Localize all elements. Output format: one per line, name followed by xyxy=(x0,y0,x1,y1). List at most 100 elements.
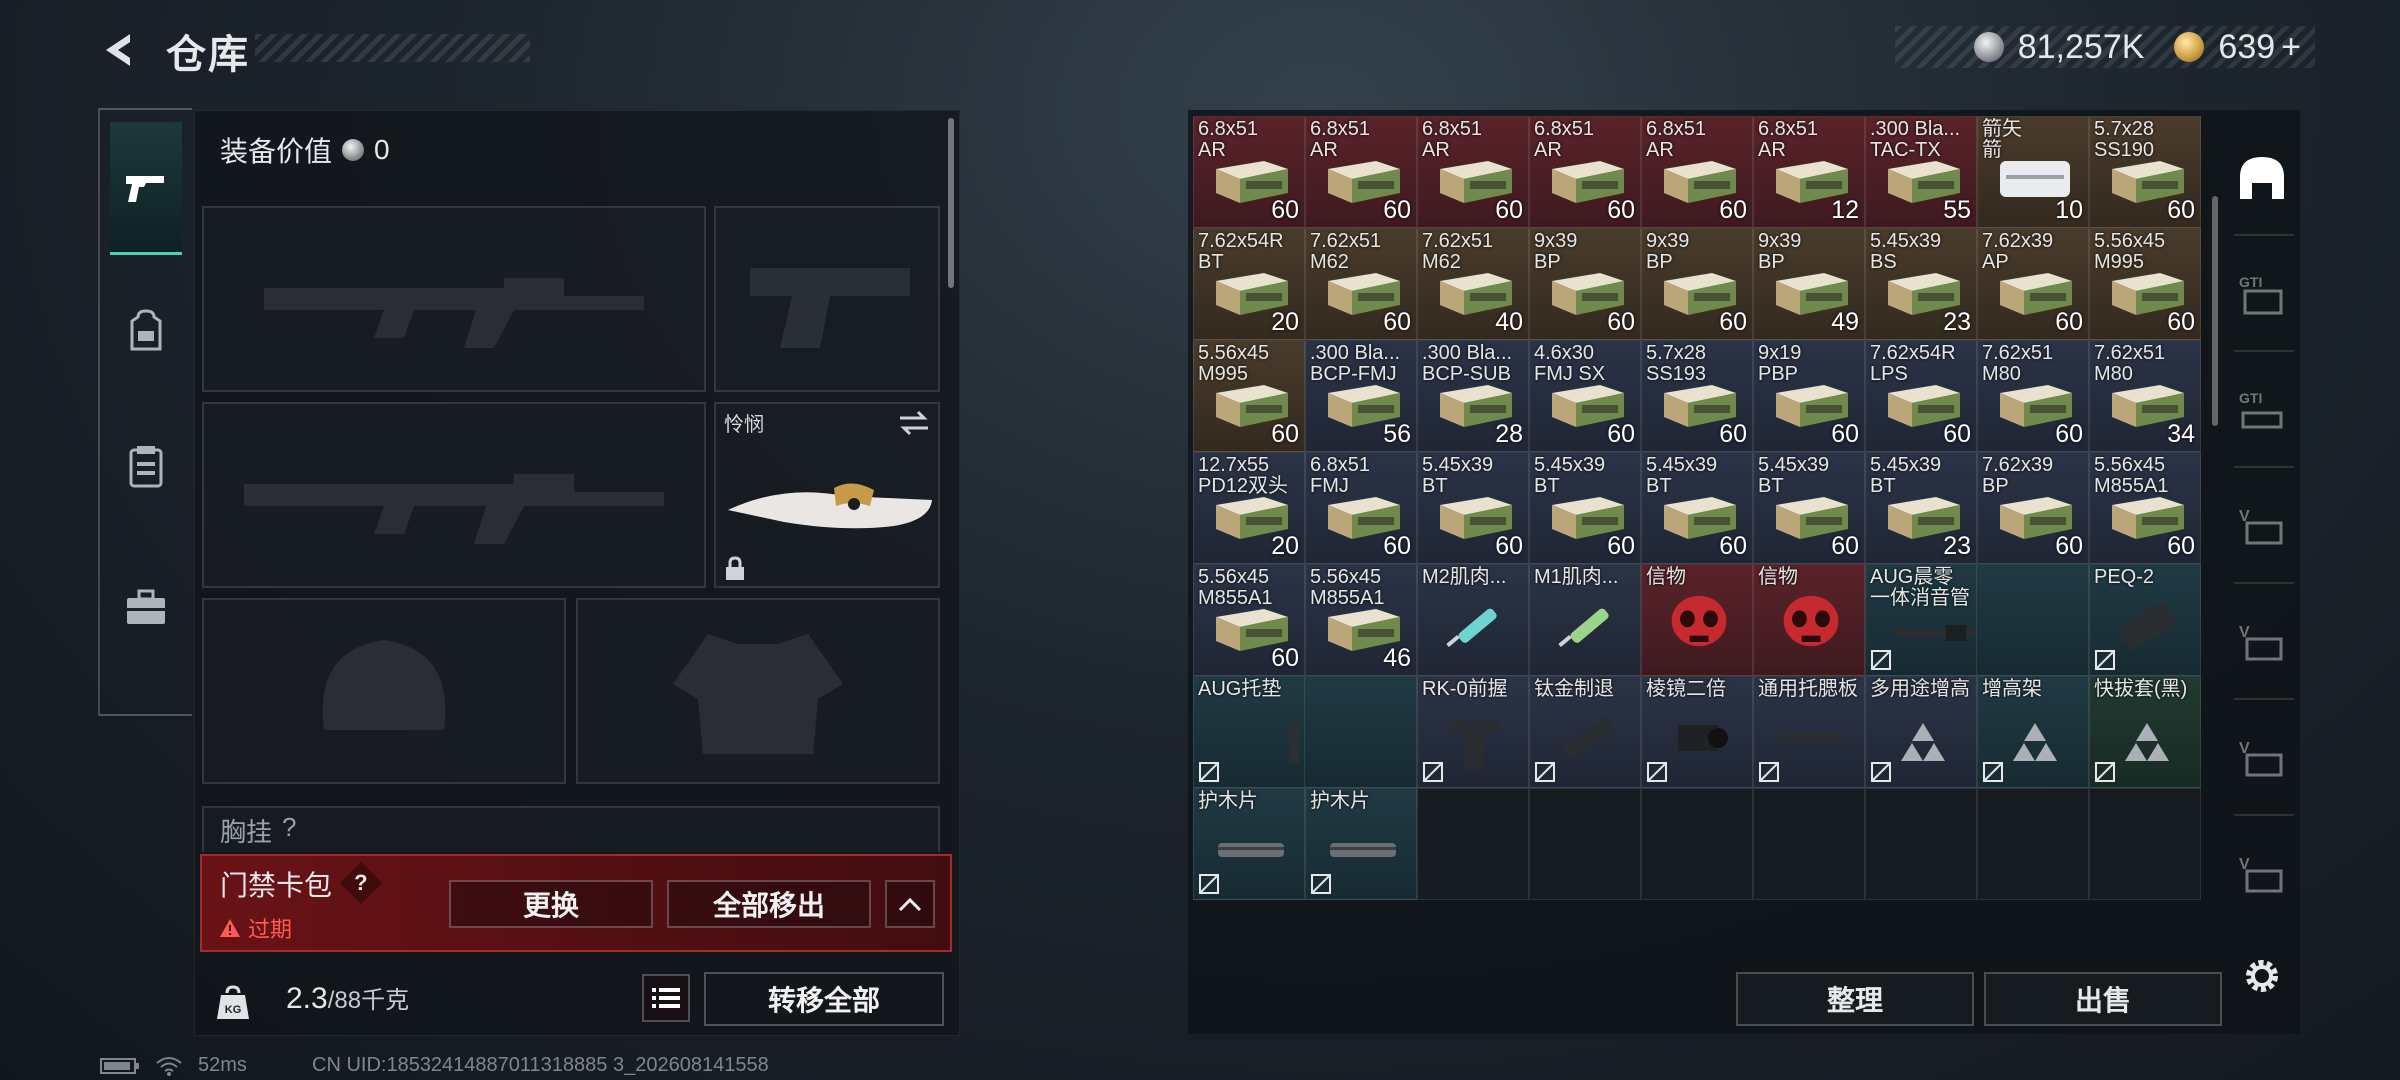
stash-item[interactable]: 6.8x51 AR 60 xyxy=(1417,116,1529,228)
item-name: 6.8x51 AR xyxy=(1198,118,1259,161)
stash-grid: 6.8x51 AR 60 6.8x51 AR 60 6.8x51 AR 60 6.8x51 … xyxy=(1193,116,2205,956)
transfer-all-button[interactable]: 转移全部 xyxy=(704,972,944,1026)
stash-item[interactable]: M2肌肉... xyxy=(1417,564,1529,676)
stash-empty-slot[interactable] xyxy=(1641,788,1753,900)
stash-item[interactable]: 6.8x51 AR 60 xyxy=(1193,116,1305,228)
stash-item[interactable]: 6.8x51 AR 60 xyxy=(1641,116,1753,228)
helmet-slot[interactable] xyxy=(202,598,566,784)
settings-button[interactable] xyxy=(2236,950,2288,1002)
tab-case[interactable] xyxy=(110,542,182,672)
stash-item[interactable]: 7.62x51 M80 60 xyxy=(1977,340,2089,452)
stash-item[interactable]: 护木片 xyxy=(1193,788,1305,900)
stash-empty-slot[interactable] xyxy=(1977,788,2089,900)
stash-item[interactable]: PEQ-2 xyxy=(2089,564,2201,676)
chest-rig-slot[interactable] xyxy=(202,806,940,852)
list-view-button[interactable] xyxy=(642,974,690,1022)
back-button[interactable] xyxy=(96,26,144,74)
stash-empty-slot[interactable] xyxy=(1529,788,1641,900)
recharge-plus-button[interactable]: + xyxy=(2281,28,2301,67)
stash-item[interactable]: 5.45x39 BT 23 xyxy=(1865,452,1977,564)
stash-item[interactable]: 6.8x51 AR 12 xyxy=(1753,116,1865,228)
tab-backpack[interactable] xyxy=(110,266,182,396)
stash-item[interactable]: 快拔套(黑) xyxy=(2089,676,2201,788)
item-count: 60 xyxy=(2167,196,2195,224)
tab-v-3[interactable]: V xyxy=(2234,730,2290,786)
stash-item[interactable]: AUG托垫 xyxy=(1193,676,1305,788)
stash-cell-occupied-span[interactable] xyxy=(1305,676,1417,788)
stash-item[interactable]: 7.62x39 AP 60 xyxy=(1977,228,2089,340)
stash-item[interactable]: 5.56x45 M855A1 60 xyxy=(2089,452,2201,564)
stash-item[interactable]: 5.45x39 BS 23 xyxy=(1865,228,1977,340)
tab-weapons[interactable] xyxy=(110,122,182,255)
stash-item[interactable]: 4.6x30 FMJ SX 60 xyxy=(1529,340,1641,452)
stash-item[interactable]: 7.62x51 M80 34 xyxy=(2089,340,2201,452)
stash-item[interactable]: 5.7x28 SS190 60 xyxy=(2089,116,2201,228)
stash-item[interactable]: 12.7x55 PD12双头 20 xyxy=(1193,452,1305,564)
stash-item[interactable]: 多用途增高 xyxy=(1865,676,1977,788)
stash-cell-occupied-span[interactable] xyxy=(1977,564,2089,676)
stash-item[interactable]: 9x19 PBP 60 xyxy=(1753,340,1865,452)
stash-item[interactable]: 5.45x39 BT 60 xyxy=(1641,452,1753,564)
stash-item[interactable]: 5.45x39 BT 60 xyxy=(1753,452,1865,564)
stash-item[interactable]: 5.56x45 M995 60 xyxy=(1193,340,1305,452)
stash-item[interactable]: M1肌肉... xyxy=(1529,564,1641,676)
stash-empty-slot[interactable] xyxy=(1753,788,1865,900)
red-mask-icon xyxy=(1671,595,1727,647)
stash-item[interactable]: .300 Bla... BCP-SUB 28 xyxy=(1417,340,1529,452)
stash-item[interactable]: 通用托腮板 xyxy=(1753,676,1865,788)
stash-item[interactable]: 5.56x45 M855A1 46 xyxy=(1305,564,1417,676)
stash-item[interactable]: 6.8x51 AR 60 xyxy=(1529,116,1641,228)
item-name: 5.56x45 M855A1 xyxy=(1198,566,1273,609)
stash-item[interactable]: 7.62x39 BP 60 xyxy=(1977,452,2089,564)
tab-vest[interactable] xyxy=(110,402,182,532)
stash-item[interactable]: 箭矢 箭 10 xyxy=(1977,116,2089,228)
stash-item[interactable]: 5.56x45 M855A1 60 xyxy=(1193,564,1305,676)
tab-v-4[interactable]: V xyxy=(2234,846,2290,902)
stash-item[interactable]: 7.62x54R LPS 60 xyxy=(1865,340,1977,452)
stash-item[interactable]: 6.8x51 AR 60 xyxy=(1305,116,1417,228)
secondary-weapon-slot[interactable] xyxy=(202,402,706,588)
collapse-button[interactable] xyxy=(885,880,935,928)
stash-item[interactable]: .300 Bla... BCP-FMJ 56 xyxy=(1305,340,1417,452)
stash-item[interactable]: 9x39 BP 49 xyxy=(1753,228,1865,340)
remove-all-button[interactable]: 全部移出 xyxy=(667,880,871,928)
armor-slot[interactable] xyxy=(576,598,940,784)
stash-item[interactable]: 信物 xyxy=(1753,564,1865,676)
stash-item[interactable]: 钛金制退 xyxy=(1529,676,1641,788)
stash-item[interactable]: .300 Bla... TAC-TX 55 xyxy=(1865,116,1977,228)
tab-v-2[interactable]: V xyxy=(2234,614,2290,670)
stash-item[interactable]: 棱镜二倍 xyxy=(1641,676,1753,788)
stash-item[interactable]: 5.45x39 BT 60 xyxy=(1529,452,1641,564)
stash-item[interactable]: 护木片 xyxy=(1305,788,1417,900)
stash-item[interactable]: 5.7x28 SS193 60 xyxy=(1641,340,1753,452)
stash-item[interactable]: 7.62x51 M62 60 xyxy=(1305,228,1417,340)
tab-gti-2[interactable]: GTI xyxy=(2234,382,2290,438)
stash-item[interactable]: 5.56x45 M995 60 xyxy=(2089,228,2201,340)
tab-gti-1[interactable]: GTI xyxy=(2234,266,2290,322)
stash-item[interactable]: RK-0前握 xyxy=(1417,676,1529,788)
sell-button[interactable]: 出售 xyxy=(1984,972,2222,1026)
stash-empty-slot[interactable] xyxy=(1865,788,1977,900)
stash-item[interactable]: 增高架 xyxy=(1977,676,2089,788)
tab-stash-main[interactable] xyxy=(2234,150,2290,206)
sort-button[interactable]: 整理 xyxy=(1736,972,1974,1026)
stash-item[interactable]: 7.62x54R BT 20 xyxy=(1193,228,1305,340)
tab-v-1[interactable]: V xyxy=(2234,498,2290,554)
loadout-scrollbar[interactable] xyxy=(948,118,954,288)
stash-item[interactable]: 7.62x51 M62 40 xyxy=(1417,228,1529,340)
stash-item[interactable]: AUG晨零 一体消音管 xyxy=(1865,564,1977,676)
stash-empty-slot[interactable] xyxy=(2089,788,2201,900)
stash-item[interactable]: 信物 xyxy=(1641,564,1753,676)
stash-item[interactable]: 6.8x51 FMJ 60 xyxy=(1305,452,1417,564)
weight-max: /88千克 xyxy=(327,987,410,1014)
stash-empty-slot[interactable] xyxy=(1417,788,1529,900)
pistol-slot[interactable] xyxy=(714,206,940,392)
stash-scrollbar[interactable] xyxy=(2212,196,2218,426)
replace-button[interactable]: 更换 xyxy=(449,880,653,928)
primary-weapon-slot[interactable] xyxy=(202,206,706,392)
swap-icon[interactable] xyxy=(898,410,930,436)
stash-item[interactable]: 5.45x39 BT 60 xyxy=(1417,452,1529,564)
melee-slot[interactable]: 怜悯 xyxy=(714,402,940,588)
stash-item[interactable]: 9x39 BP 60 xyxy=(1641,228,1753,340)
stash-item[interactable]: 9x39 BP 60 xyxy=(1529,228,1641,340)
